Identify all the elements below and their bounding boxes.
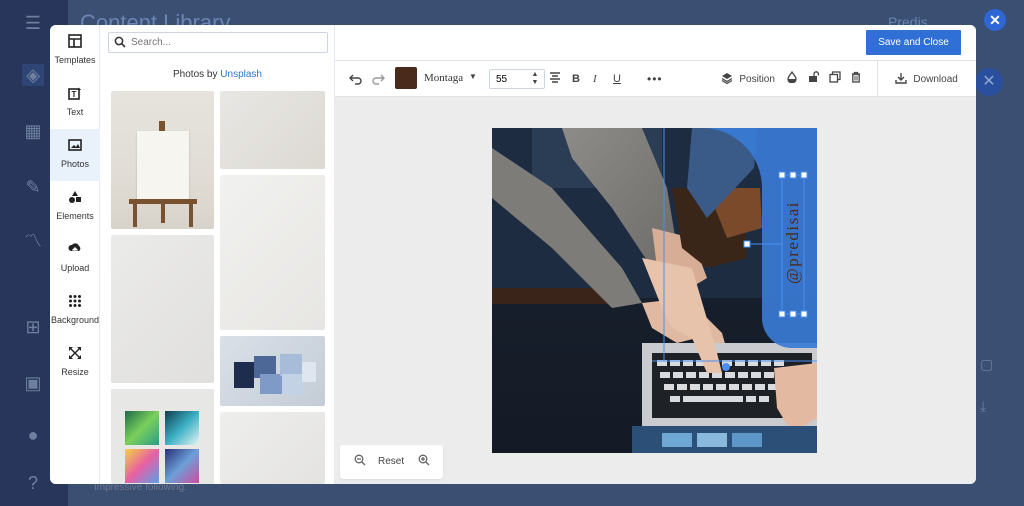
tool-rail: Templates T + Text Photos Elements Upload [50, 25, 100, 484]
more-options-icon[interactable]: ••• [647, 71, 663, 87]
download-button[interactable]: Download [895, 71, 958, 87]
bold-icon[interactable]: B [572, 71, 580, 87]
svg-text:+: + [77, 87, 81, 94]
editor-topbar: Save and Close [335, 25, 976, 61]
rail-item-photos[interactable]: Photos [50, 129, 100, 181]
rail-item-background[interactable]: Background [50, 285, 100, 337]
rail-label: Resize [61, 367, 89, 377]
background-close-icon: ✕ [975, 68, 1003, 96]
design-editor-modal: Templates T + Text Photos Elements Upload [50, 25, 976, 484]
font-size-stepper: ▲▼ [489, 69, 545, 89]
upload-icon [68, 242, 82, 256]
background-calendar-icon: ▢ [980, 356, 994, 372]
resize-icon [68, 346, 82, 360]
chart-icon: 〽 [24, 231, 42, 251]
photo-thumb-easel[interactable] [111, 91, 214, 229]
rail-label: Photos [60, 159, 90, 169]
design-canvas[interactable]: @predisai [492, 128, 817, 453]
stepper-arrows-icon[interactable]: ▲ ▼ [528, 71, 542, 87]
background-icon [68, 294, 82, 308]
photo-thumb-grey-texture[interactable] [111, 235, 214, 383]
zoom-out-icon[interactable] [354, 454, 366, 469]
rail-label: Elements [56, 211, 94, 221]
rail-label: Background [50, 315, 100, 325]
zoom-controls: Reset [340, 445, 443, 479]
underline-icon[interactable]: U [613, 71, 621, 87]
photos-attribution: Photos by Unsplash [100, 69, 335, 80]
canvas-artwork: @predisai [492, 128, 817, 453]
font-size-input[interactable] [496, 72, 524, 86]
photo-thumb-paintings[interactable] [111, 389, 214, 484]
layers-icon [721, 72, 733, 88]
rail-item-text[interactable]: T + Text [50, 77, 100, 129]
rail-item-templates[interactable]: Templates [50, 25, 100, 77]
templates-icon [68, 34, 82, 48]
text-icon: T + [68, 86, 82, 100]
position-label: Position [739, 73, 775, 85]
unsplash-link[interactable]: Unsplash [220, 69, 262, 80]
editor-area: Save and Close Montaga ▼ ▲▼ B I U ••• [335, 25, 976, 484]
close-modal-button[interactable]: ✕ [984, 9, 1006, 31]
help-icon: ? [27, 473, 38, 493]
plus-icon: ⊞ [25, 317, 41, 337]
chevron-down-icon[interactable]: ▼ [469, 72, 477, 81]
photo-thumb-light-texture[interactable] [220, 412, 325, 484]
rail-label: Text [66, 107, 84, 117]
trash-icon[interactable] [850, 71, 862, 87]
photo-thumb-white-texture[interactable] [220, 175, 325, 330]
photos-by-prefix: Photos by [173, 69, 221, 80]
rail-item-upload[interactable]: Upload [50, 233, 100, 285]
redo-icon[interactable] [371, 71, 385, 87]
layers-icon: ◈ [22, 64, 44, 86]
elements-icon [68, 190, 82, 204]
download-icon [895, 72, 907, 88]
briefcase-icon: ▣ [24, 373, 42, 393]
zoom-in-icon[interactable] [418, 454, 430, 469]
reset-zoom-button[interactable]: Reset [378, 456, 404, 467]
background-download-icon: ⤓ [980, 398, 987, 414]
pencil-icon: ✎ [25, 177, 41, 197]
undo-icon[interactable] [349, 71, 363, 87]
rail-item-resize[interactable]: Resize [50, 337, 100, 389]
rail-item-elements[interactable]: Elements [50, 181, 100, 233]
italic-icon[interactable]: I [593, 71, 597, 87]
photos-icon [68, 138, 82, 152]
align-center-icon[interactable] [549, 71, 561, 87]
photo-thumb-beige-texture[interactable] [220, 91, 325, 169]
position-button[interactable]: Position [721, 71, 775, 87]
search-icon [114, 36, 126, 51]
unlock-icon[interactable] [808, 71, 820, 87]
font-family-select[interactable]: Montaga [424, 72, 463, 84]
avatar-icon: ● [27, 425, 39, 445]
search-box [108, 32, 328, 53]
menu-icon: ☰ [24, 13, 42, 33]
rail-label: Upload [60, 263, 90, 273]
font-color-swatch[interactable] [395, 67, 417, 89]
save-and-close-button[interactable]: Save and Close [866, 30, 961, 55]
download-label: Download [913, 73, 958, 85]
rail-label: Templates [54, 55, 96, 65]
search-input[interactable] [131, 35, 321, 50]
photos-panel: Photos by Unsplash [100, 25, 335, 484]
canvas-handle-text: @predisai [783, 201, 802, 284]
duplicate-icon[interactable] [829, 71, 841, 87]
photo-thumb-color-swatches[interactable] [220, 336, 325, 406]
calendar-icon: ▦ [24, 121, 42, 141]
svg-text:T: T [72, 90, 77, 99]
toolbar-divider [877, 61, 878, 97]
opacity-icon[interactable] [786, 70, 798, 87]
editor-toolbar: Montaga ▼ ▲▼ B I U ••• Position [335, 61, 976, 97]
